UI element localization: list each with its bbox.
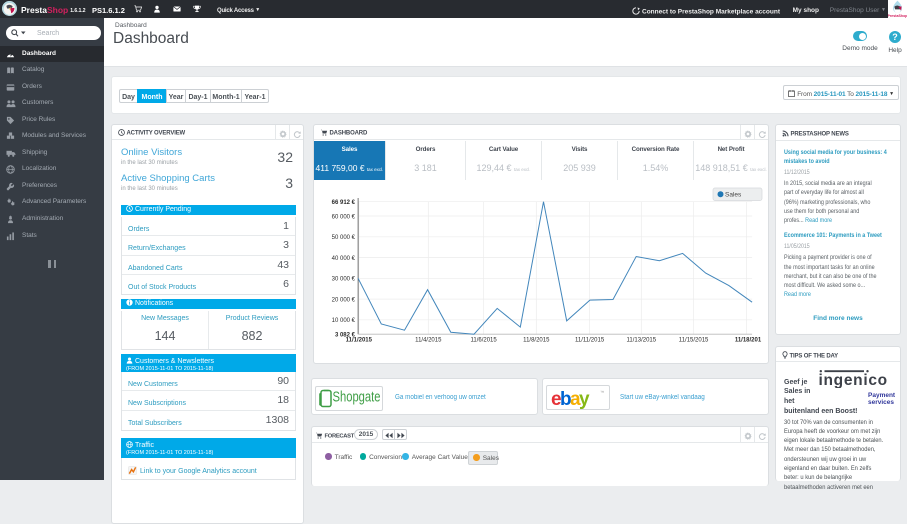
svg-text:11/4/2015: 11/4/2015: [415, 337, 442, 343]
svg-text:ingenico: ingenico: [819, 372, 888, 388]
svg-text:11/13/2015: 11/13/2015: [627, 337, 657, 343]
svg-text:11/8/2015: 11/8/2015: [523, 337, 550, 343]
svg-text:50 000 €: 50 000 €: [332, 235, 356, 241]
svg-text:11/11/2015: 11/11/2015: [575, 337, 605, 343]
svg-text:11/18/201: 11/18/201: [735, 337, 762, 343]
svg-text:10 000 €: 10 000 €: [332, 318, 356, 324]
svg-text:11/15/2015: 11/15/2015: [679, 337, 709, 343]
svg-text:40 000 €: 40 000 €: [332, 255, 356, 261]
svg-text:Shopgate: Shopgate: [332, 388, 380, 405]
svg-text:Sales: Sales: [725, 191, 742, 198]
svg-text:11/6/2015: 11/6/2015: [470, 337, 497, 343]
svg-text:60 000 €: 60 000 €: [332, 214, 356, 220]
svg-text:66 912 €: 66 912 €: [332, 200, 356, 206]
svg-text:ebay: ebay: [551, 389, 590, 409]
svg-text:20 000 €: 20 000 €: [332, 297, 356, 303]
svg-text:PrestaShop: PrestaShop: [888, 14, 907, 18]
svg-text:™: ™: [600, 390, 605, 395]
svg-text:11/1/2015: 11/1/2015: [346, 337, 373, 343]
svg-text:30 000 €: 30 000 €: [332, 276, 356, 282]
